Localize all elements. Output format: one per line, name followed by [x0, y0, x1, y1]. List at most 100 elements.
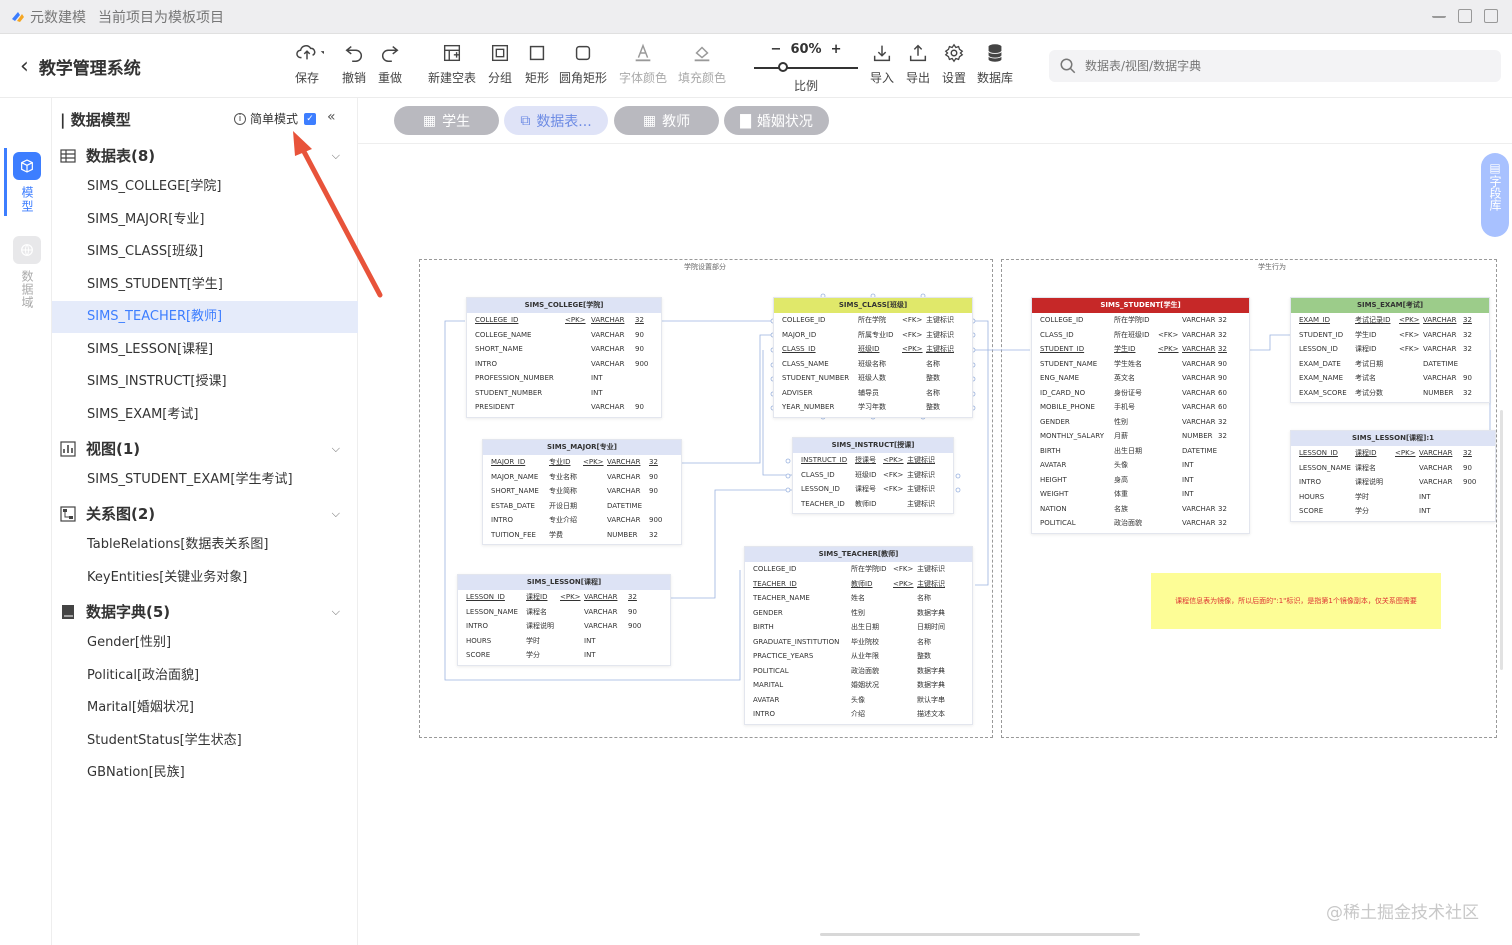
dict-item[interactable]: Gender[性别]: [52, 627, 358, 659]
entity-field-row[interactable]: HOURS 学时 INT: [458, 634, 670, 649]
table-item-selected[interactable]: SIMS_TEACHER[教师]: [52, 301, 358, 333]
entity-field-row[interactable]: COLLEGE_ID <PK> VARCHAR 32: [467, 313, 661, 328]
undo-button[interactable]: 撤销: [342, 42, 366, 86]
entity-field-row[interactable]: INTRO VARCHAR 900: [467, 357, 661, 372]
database-button[interactable]: 数据库: [977, 42, 1013, 86]
entity-field-row[interactable]: COLLEGE_ID 所在学院ID VARCHAR 32: [1032, 313, 1249, 328]
entity-field-row[interactable]: PRESIDENT VARCHAR 90: [467, 400, 661, 415]
entity-field-row[interactable]: COLLEGE_ID 所在学院 <FK> 主键标识: [774, 313, 972, 328]
zoom-out-button[interactable]: −: [770, 42, 781, 57]
entity-field-row[interactable]: YEAR_NUMBER 学习年数 整数: [774, 400, 972, 415]
group-dicts[interactable]: 数据字典(5) ⌵: [60, 601, 340, 622]
entity-field-row[interactable]: STUDENT_ID 学生ID <PK> VARCHAR 32: [1032, 342, 1249, 357]
entity-field-row[interactable]: MOBILE_PHONE 手机号 VARCHAR 60: [1032, 400, 1249, 415]
entity-field-row[interactable]: WEIGHT 体重 INT: [1032, 487, 1249, 502]
entity-field-row[interactable]: LESSON_ID 课程ID <PK> VARCHAR 32: [1291, 446, 1495, 461]
entity-field-row[interactable]: MARITAL 婚姻状况 数据字典: [745, 678, 972, 693]
entity-field-row[interactable]: MONTHLY_SALARY 月薪 NUMBER 32: [1032, 429, 1249, 444]
import-button[interactable]: 导入: [870, 42, 894, 86]
horizontal-scrollbar[interactable]: [820, 933, 1140, 936]
search-input[interactable]: [1085, 59, 1465, 73]
table-item[interactable]: SIMS_LESSON[课程]: [52, 334, 358, 366]
entity-lesson[interactable]: SIMS_LESSON[课程] LESSON_ID 课程ID <PK> VARCHAR 3…: [457, 574, 671, 666]
collapse-sidebar-icon[interactable]: «: [327, 109, 336, 125]
settings-button[interactable]: 设置: [942, 42, 966, 86]
rail-item-domain[interactable]: 数据域: [12, 236, 42, 309]
entity-field-row[interactable]: COLLEGE_NAME VARCHAR 90: [467, 328, 661, 343]
group-views[interactable]: 视图(1) ⌵: [60, 438, 340, 459]
entity-field-row[interactable]: CLASS_NAME 班级名称 名称: [774, 357, 972, 372]
entity-college[interactable]: SIMS_COLLEGE[学院] COLLEGE_ID <PK> VARCHAR 32 C…: [466, 297, 662, 418]
rect-button[interactable]: 矩形: [525, 42, 549, 86]
relation-item[interactable]: KeyEntities[关键业务对象]: [52, 562, 358, 594]
entity-field-row[interactable]: CLASS_ID 班级ID <FK> 主键标识: [793, 468, 953, 483]
entity-field-row[interactable]: AVATAR 头像 INT: [1032, 458, 1249, 473]
back-button[interactable]: ‹ 教学管理系统: [20, 54, 141, 79]
entity-field-row[interactable]: LESSON_ID 课程号 <FK> 主键标识: [793, 482, 953, 497]
entity-field-row[interactable]: LESSON_NAME 课程名 VARCHAR 90: [1291, 461, 1495, 476]
entity-field-row[interactable]: LESSON_NAME 课程名 VARCHAR 90: [458, 605, 670, 620]
entity-major[interactable]: SIMS_MAJOR[专业] MAJOR_ID 专业ID <PK> VARCHAR 32 M…: [482, 439, 682, 545]
entity-field-row[interactable]: SHORT_NAME VARCHAR 90: [467, 342, 661, 357]
table-item[interactable]: SIMS_INSTRUCT[授课]: [52, 366, 358, 398]
entity-field-row[interactable]: TEACHER_NAME 姓名 名称: [745, 591, 972, 606]
entity-field-row[interactable]: EXAM_ID 考试记录ID <PK> VARCHAR 32: [1291, 313, 1489, 328]
view-item[interactable]: SIMS_STUDENT_EXAM[学生考试]: [52, 464, 358, 496]
doc-tab-diagram[interactable]: ⧉ 数据表...: [504, 106, 608, 135]
entity-field-row[interactable]: INTRO 介绍 描述文本: [745, 707, 972, 722]
entity-field-row[interactable]: ESTAB_DATE 开设日期 DATETIME: [483, 499, 681, 514]
table-item[interactable]: SIMS_STUDENT[学生]: [52, 269, 358, 301]
dict-item[interactable]: Marital[婚姻状况]: [52, 692, 358, 724]
group-relations[interactable]: 关系图(2) ⌵: [60, 503, 340, 524]
round-rect-button[interactable]: 圆角矩形: [559, 42, 607, 86]
export-button[interactable]: 导出: [906, 42, 930, 86]
entity-field-row[interactable]: SCORE 学分 INT: [458, 648, 670, 663]
entity-field-row[interactable]: PROFESSION_NUMBER INT: [467, 371, 661, 386]
entity-field-row[interactable]: POLITICAL 政治面貌 数据字典: [745, 664, 972, 679]
entity-field-row[interactable]: ID_CARD_NO 身份证号 VARCHAR 60: [1032, 386, 1249, 401]
entity-exam[interactable]: SIMS_EXAM[考试] EXAM_ID 考试记录ID <PK> VARCHAR 32 S…: [1290, 297, 1490, 403]
entity-field-row[interactable]: CLASS_ID 所在班级ID <FK> VARCHAR 32: [1032, 328, 1249, 343]
rail-item-model[interactable]: 模型: [12, 152, 42, 214]
font-color-button[interactable]: 字体颜色: [619, 42, 667, 86]
zoom-slider[interactable]: [752, 61, 860, 75]
entity-field-row[interactable]: LESSON_ID 课程ID <FK> VARCHAR 32: [1291, 342, 1489, 357]
entity-field-row[interactable]: BIRTH 出生日期 DATETIME: [1032, 444, 1249, 459]
entity-lesson1[interactable]: SIMS_LESSON[课程]:1 LESSON_ID 课程ID <PK> VARCHA…: [1290, 430, 1496, 522]
dict-item[interactable]: GBNation[民族]: [52, 757, 358, 789]
table-item[interactable]: SIMS_MAJOR[专业]: [52, 204, 358, 236]
entity-field-row[interactable]: MAJOR_NAME 专业名称 VARCHAR 90: [483, 470, 681, 485]
entity-field-row[interactable]: STUDENT_NAME 学生姓名 VARCHAR 90: [1032, 357, 1249, 372]
entity-field-row[interactable]: INSTRUCT_ID 授课号 <PK> 主键标识: [793, 453, 953, 468]
restore-icon[interactable]: [1458, 9, 1472, 23]
zoom-in-button[interactable]: +: [831, 42, 842, 57]
entity-field-row[interactable]: INTRO 课程说明 VARCHAR 900: [458, 619, 670, 634]
entity-field-row[interactable]: STUDENT_ID 学生ID <FK> VARCHAR 32: [1291, 328, 1489, 343]
entity-field-row[interactable]: COLLEGE_ID 所在学院ID <FK> 主键标识: [745, 562, 972, 577]
entity-teacher[interactable]: SIMS_TEACHER[教师] COLLEGE_ID 所在学院ID <FK> 主键标识…: [744, 546, 973, 725]
entity-field-row[interactable]: CLASS_ID 班级ID <PK> 主键标识: [774, 342, 972, 357]
zoom-slider-thumb[interactable]: [778, 62, 788, 72]
doc-tab-student[interactable]: ▦ 学生: [394, 106, 499, 135]
entity-field-row[interactable]: AVATAR 头像 默认字串: [745, 693, 972, 708]
entity-field-row[interactable]: INTRO 课程说明 VARCHAR 900: [1291, 475, 1495, 490]
mirror-note[interactable]: 课程信息表为镜像，所以后面的":1"标识，是指第1个镜像副本，仅关系图需要: [1151, 573, 1441, 629]
dict-item[interactable]: Political[政治面貌]: [52, 660, 358, 692]
vertical-scrollbar[interactable]: [1500, 410, 1503, 670]
relation-item[interactable]: TableRelations[数据表关系图]: [52, 529, 358, 561]
table-item[interactable]: SIMS_COLLEGE[学院]: [52, 171, 358, 203]
entity-field-row[interactable]: MAJOR_ID 所属专业ID <FK> 主键标识: [774, 328, 972, 343]
simple-mode-toggle[interactable]: i 简单模式 ✓: [234, 110, 317, 127]
entity-field-row[interactable]: SCORE 学分 INT: [1291, 504, 1495, 519]
entity-field-row[interactable]: LESSON_ID 课程ID <PK> VARCHAR 32: [458, 590, 670, 605]
entity-field-row[interactable]: TEACHER_ID 教师ID <PK> 主键标识: [745, 577, 972, 592]
close-window-icon[interactable]: [1484, 9, 1498, 23]
fill-color-button[interactable]: 填充颜色: [678, 42, 726, 86]
entity-field-row[interactable]: STUDENT_NUMBER INT: [467, 386, 661, 401]
entity-field-row[interactable]: BIRTH 出生日期 日期时间: [745, 620, 972, 635]
entity-field-row[interactable]: ENG_NAME 英文名 VARCHAR 90: [1032, 371, 1249, 386]
minimize-icon[interactable]: [1432, 9, 1446, 18]
entity-field-row[interactable]: GRADUATE_INSTITUTION 毕业院校 名称: [745, 635, 972, 650]
entity-field-row[interactable]: PRACTICE_YEARS 从业年限 整数: [745, 649, 972, 664]
save-button[interactable]: 保存: [290, 42, 324, 86]
